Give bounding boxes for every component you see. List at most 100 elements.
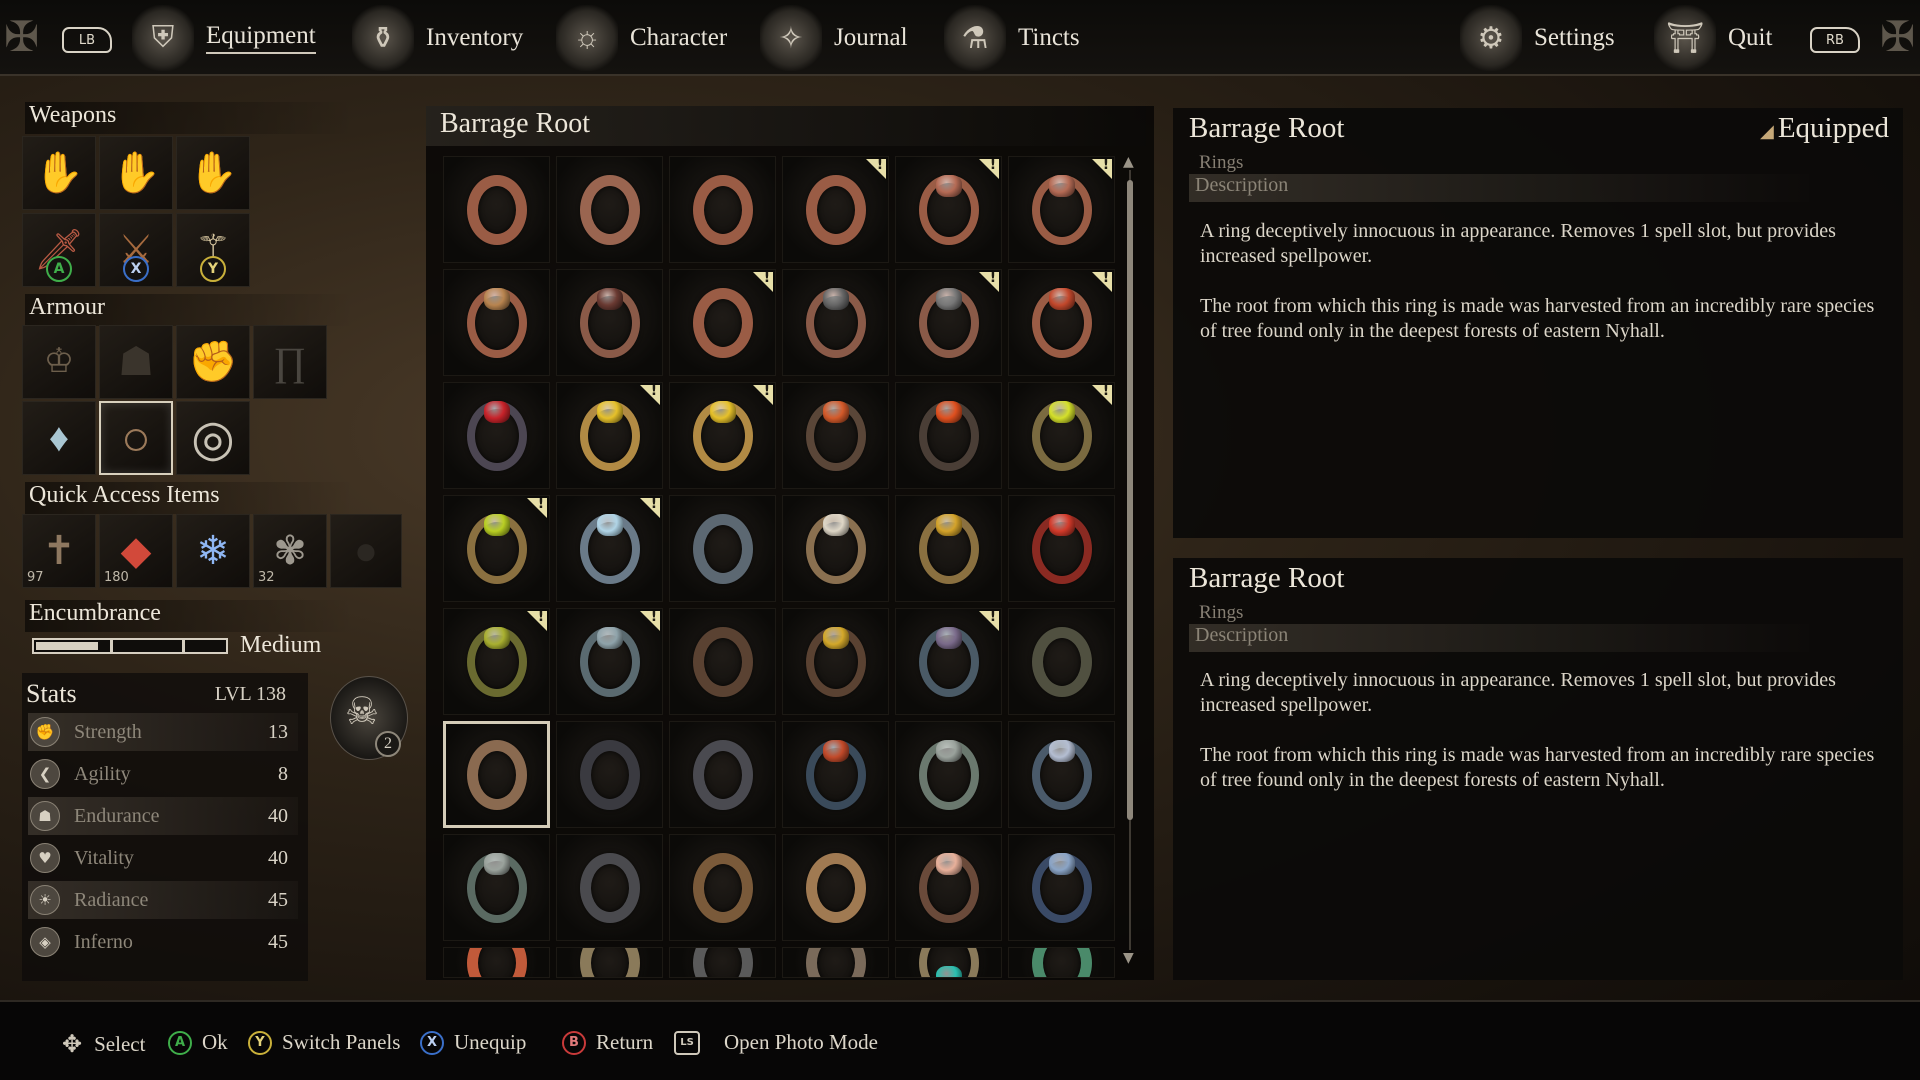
tab-inventory[interactable]: ⚱ Inventory (352, 0, 523, 76)
ring-item[interactable] (895, 495, 1002, 602)
ring-item[interactable] (1008, 608, 1115, 715)
weapon-slot-2[interactable]: ✋ (99, 136, 173, 210)
armour-slot-amulet[interactable]: ♦ (22, 401, 96, 475)
ring-item[interactable] (669, 495, 776, 602)
quick-slot-4[interactable]: ✾ 32 (253, 514, 327, 588)
ring-item[interactable] (443, 382, 550, 489)
ring-item[interactable]: ! (782, 156, 889, 263)
ring-item[interactable]: ! (895, 156, 1002, 263)
weapon-slot-4[interactable]: 🗡 A (22, 213, 96, 287)
stat-row-vitality[interactable]: ♥ Vitality 40 (28, 839, 298, 877)
tab-journal[interactable]: ✧ Journal (760, 0, 908, 76)
settings-button[interactable]: ⚙ Settings (1460, 0, 1615, 76)
grid-scrollbar[interactable]: ▲ ▼ (1123, 154, 1135, 966)
ring-item[interactable] (1008, 834, 1115, 941)
quick-slot-5[interactable]: ● (330, 514, 402, 588)
quick-slot-3[interactable]: ❄ (176, 514, 250, 588)
encumbrance-fill (36, 642, 98, 650)
ring-item[interactable] (1008, 721, 1115, 828)
ring-item[interactable] (669, 834, 776, 941)
armour-slot-legs[interactable]: ∏ (253, 325, 327, 399)
ring-item[interactable]: ! (895, 608, 1002, 715)
armour-slot-hands[interactable]: ✊ (176, 325, 250, 399)
ring-item[interactable] (895, 382, 1002, 489)
ring-item[interactable] (669, 156, 776, 263)
ring-item[interactable] (782, 721, 889, 828)
armour-slot-ring-1[interactable]: ○ (99, 401, 173, 475)
ring-item[interactable]: ! (443, 495, 550, 602)
ring-item[interactable] (782, 382, 889, 489)
stat-row-radiance[interactable]: ☀ Radiance 45 (28, 881, 298, 919)
scroll-down-icon[interactable]: ▼ (1123, 950, 1134, 966)
ring-item[interactable] (669, 608, 776, 715)
armour-slot-ring-2[interactable]: ◎ (176, 401, 250, 475)
ring-item[interactable] (443, 156, 550, 263)
ring-item[interactable] (782, 495, 889, 602)
ring-icon (466, 948, 527, 977)
new-item-marker: ! (640, 385, 660, 405)
stat-row-agility[interactable]: ❮ Agility 8 (28, 755, 298, 793)
encumbrance-heading: Encumbrance (25, 600, 355, 632)
ring-item[interactable]: ! (556, 608, 663, 715)
ring-item[interactable] (895, 947, 1002, 978)
hint-select[interactable]: ✥ Select (62, 1030, 145, 1058)
ring-item[interactable] (443, 947, 550, 978)
ring-item[interactable] (556, 156, 663, 263)
tab-character[interactable]: ☼ Character (556, 0, 727, 76)
hint-unequip[interactable]: X Unequip (420, 1030, 526, 1055)
ring-item[interactable]: ! (1008, 269, 1115, 376)
ring-gem-icon (935, 175, 962, 197)
ring-item[interactable] (443, 834, 550, 941)
ornament-right-icon: ✠ (1880, 15, 1916, 61)
ring-item[interactable]: ! (556, 382, 663, 489)
ring-item[interactable] (782, 947, 889, 978)
ring-item[interactable] (782, 608, 889, 715)
ring-item[interactable]: ! (1008, 156, 1115, 263)
scroll-up-icon[interactable]: ▲ (1123, 154, 1134, 170)
hint-photo-mode[interactable]: LS Open Photo Mode (674, 1030, 878, 1055)
stat-row-inferno[interactable]: ◈ Inferno 45 (28, 923, 298, 961)
weapon-slot-3[interactable]: ✋ (176, 136, 250, 210)
ring-item[interactable] (443, 269, 550, 376)
ring-gem-icon (1048, 740, 1075, 762)
ring-item[interactable] (669, 721, 776, 828)
weapon-slot-6[interactable]: ⚚ Y (176, 213, 250, 287)
ring-item[interactable]: ! (669, 382, 776, 489)
scroll-thumb[interactable] (1127, 180, 1133, 820)
ring-item[interactable]: ! (895, 269, 1002, 376)
ring-item[interactable] (895, 834, 1002, 941)
ring-item[interactable] (556, 269, 663, 376)
ring-item[interactable] (1008, 947, 1115, 978)
tab-tincts[interactable]: ⚗ Tincts (944, 0, 1080, 76)
tab-equipment[interactable]: ⛨ Equipment (132, 0, 316, 76)
hint-return[interactable]: B Return (562, 1030, 653, 1055)
lb-bumper-icon[interactable]: LB (62, 27, 112, 53)
ring-item[interactable] (556, 721, 663, 828)
quick-slot-1[interactable]: ✝ 97 (22, 514, 96, 588)
ring-icon (579, 948, 640, 977)
ring-item[interactable]: ! (556, 495, 663, 602)
rb-bumper-icon[interactable]: RB (1810, 27, 1860, 53)
ring-item[interactable] (669, 947, 776, 978)
ring-item[interactable] (1008, 495, 1115, 602)
ring-item-selected[interactable] (443, 721, 550, 828)
stat-row-endurance[interactable]: ☗ Endurance 40 (28, 797, 298, 835)
weapon-slot-5[interactable]: ⚔ X (99, 213, 173, 287)
quick-slot-2[interactable]: ◆ 180 (99, 514, 173, 588)
stat-row-strength[interactable]: ✊ Strength 13 (28, 713, 298, 751)
skull-medallion-icon[interactable]: ☠ 2 (330, 676, 408, 760)
armour-slot-chest[interactable]: ☗ (99, 325, 173, 399)
weapon-slot-1[interactable]: ✋ (22, 136, 96, 210)
ring-item[interactable] (556, 947, 663, 978)
hint-switch-panels[interactable]: Y Switch Panels (248, 1030, 400, 1055)
hint-ok[interactable]: A Ok (168, 1030, 228, 1055)
quit-button[interactable]: ⛩ Quit (1654, 0, 1772, 76)
ring-item[interactable] (556, 834, 663, 941)
ring-item[interactable]: ! (443, 608, 550, 715)
ring-item[interactable] (782, 834, 889, 941)
ring-item[interactable]: ! (669, 269, 776, 376)
ring-item[interactable]: ! (1008, 382, 1115, 489)
armour-slot-head[interactable]: ♔ (22, 325, 96, 399)
ring-item[interactable] (895, 721, 1002, 828)
ring-item[interactable] (782, 269, 889, 376)
